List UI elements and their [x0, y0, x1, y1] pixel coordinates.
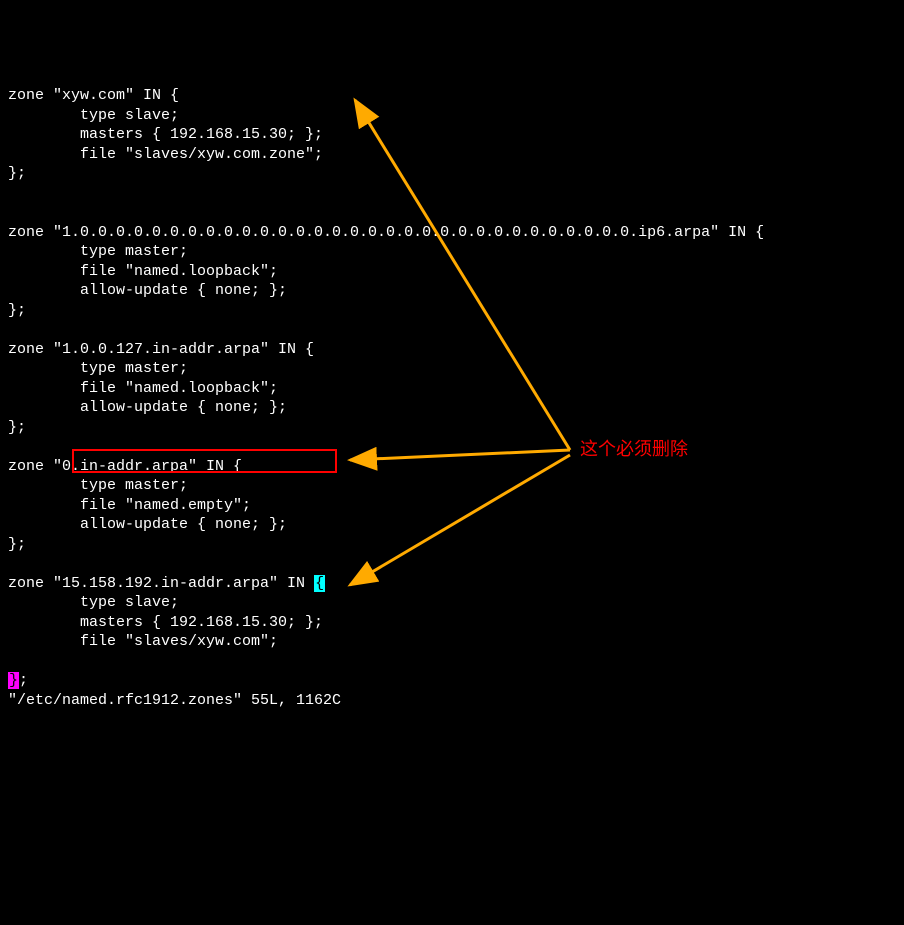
code-line: allow-update { none; };	[8, 515, 896, 535]
code-line	[8, 437, 896, 457]
code-line: zone "1.0.0.127.in-addr.arpa" IN {	[8, 340, 896, 360]
code-line: };	[8, 301, 896, 321]
code-line: masters { 192.168.15.30; };	[8, 613, 896, 633]
code-line: };	[8, 164, 896, 184]
code-line: type slave;	[8, 593, 896, 613]
code-line: file "named.loopback";	[8, 262, 896, 282]
code-line: allow-update { none; };	[8, 398, 896, 418]
code-line: allow-update { none; };	[8, 281, 896, 301]
code-line	[8, 320, 896, 340]
code-line: zone "15.158.192.in-addr.arpa" IN {	[8, 574, 896, 594]
code-line: masters { 192.168.15.30; };	[8, 125, 896, 145]
code-line: type slave;	[8, 106, 896, 126]
code-line: };	[8, 535, 896, 555]
code-line: type master;	[8, 359, 896, 379]
code-line: file "slaves/xyw.com.zone";	[8, 145, 896, 165]
code-line: type master;	[8, 476, 896, 496]
code-line: type master;	[8, 242, 896, 262]
code-line: file "named.empty";	[8, 496, 896, 516]
terminal-output: zone "xyw.com" IN { type slave; masters …	[8, 86, 896, 710]
code-line: };	[8, 418, 896, 438]
code-line: file "slaves/xyw.com";	[8, 632, 896, 652]
code-line	[8, 652, 896, 672]
code-line: file "named.loopback";	[8, 379, 896, 399]
code-line	[8, 184, 896, 204]
code-line	[8, 554, 896, 574]
code-line: };	[8, 671, 896, 691]
code-line: zone "0.in-addr.arpa" IN {	[8, 457, 896, 477]
code-line: zone "xyw.com" IN {	[8, 86, 896, 106]
code-line	[8, 203, 896, 223]
code-line: zone "1.0.0.0.0.0.0.0.0.0.0.0.0.0.0.0.0.…	[8, 223, 896, 243]
code-line: "/etc/named.rfc1912.zones" 55L, 1162C	[8, 691, 896, 711]
